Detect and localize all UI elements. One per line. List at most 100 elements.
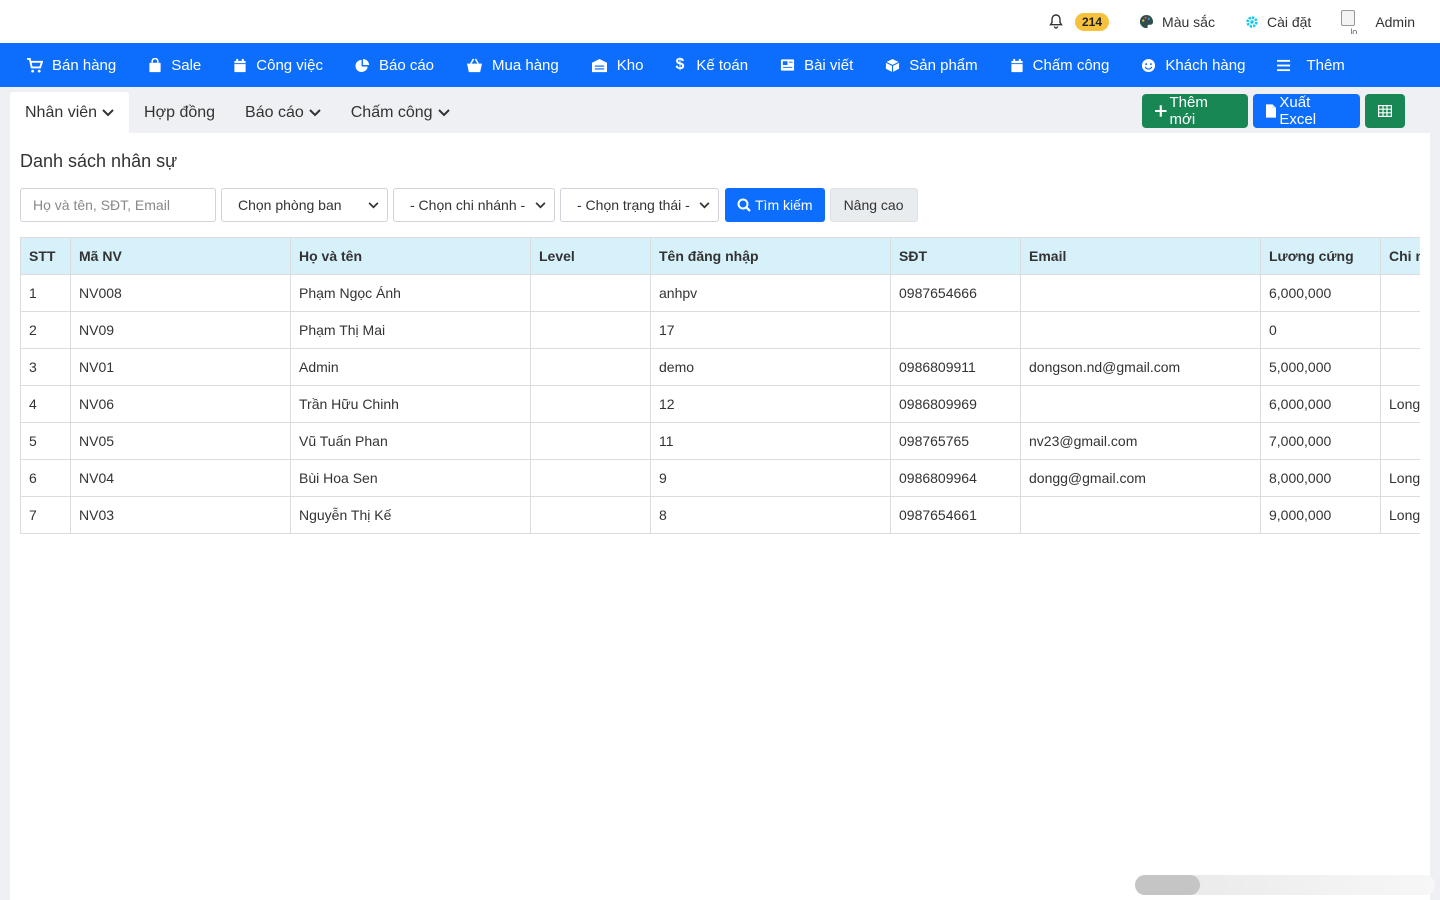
nav-item-ban-hang[interactable]: Bán hàng (26, 57, 116, 74)
chevron-down-icon (368, 201, 379, 208)
column-header[interactable]: Họ và tên (290, 237, 531, 275)
table-cell (1020, 311, 1261, 349)
color-theme-label: Màu sắc (1162, 13, 1215, 30)
action-buttons: Thêm mới Xuất Excel (1137, 94, 1405, 128)
chevron-down-icon (102, 108, 114, 116)
tab-nhan-vien[interactable]: Nhân viên (10, 92, 130, 133)
nav-item-cong-viec[interactable]: Công việc (233, 57, 323, 74)
table-row[interactable]: 5 NV05 Vũ Tuấn Phan 11 098765765 nv23@gmail.c… (20, 422, 1420, 460)
column-header[interactable]: Tên đăng nhập (650, 237, 891, 275)
table-cell: Nguyễn Thị Kế (290, 496, 531, 534)
nav-label: Sản phẩm (909, 56, 978, 74)
nav-label: Kế toán (696, 56, 749, 74)
department-select[interactable]: Chọn phòng ban (221, 188, 388, 222)
table-cell (530, 311, 651, 349)
table-cell: NV008 (70, 274, 291, 312)
table-cell: 0986809911 (890, 348, 1021, 386)
search-button[interactable]: Tìm kiếm (725, 188, 825, 222)
column-header[interactable]: Mã NV (70, 237, 291, 275)
scrollbar-thumb[interactable] (1135, 875, 1200, 895)
table-row[interactable]: 6 NV04 Bùi Hoa Sen 9 0986809964 dongg@gmail.c… (20, 459, 1420, 497)
table-cell (1380, 422, 1420, 460)
column-header[interactable]: Chi nhánh (1380, 237, 1420, 275)
nav-label: Sale (171, 56, 202, 74)
table-cell: 11 (650, 422, 891, 460)
chevron-down-icon (535, 201, 546, 208)
table-header-row: STT Mã NV Họ và tên Level Tên đăng nhập … (20, 237, 1420, 275)
department-select-value: Chọn phòng ban (238, 197, 342, 213)
horizontal-scrollbar[interactable] (1135, 875, 1435, 895)
table-cell: 0987654666 (890, 274, 1021, 312)
table-cell: 5 (20, 422, 71, 460)
table-cell (530, 385, 651, 423)
color-theme-button[interactable]: Màu sắc (1139, 14, 1215, 30)
status-select-value: - Chọn trạng thái - (577, 197, 690, 213)
content-panel: Danh sách nhân sự Họ và tên, SĐT, Email … (10, 133, 1430, 900)
column-header[interactable]: Lương cứng (1260, 237, 1381, 275)
status-select[interactable]: - Chọn trạng thái - (560, 188, 719, 222)
table-cell: NV09 (70, 311, 291, 349)
warehouse-icon (591, 58, 607, 72)
table-row[interactable]: 2 NV09 Phạm Thị Mai 17 0 (20, 311, 1420, 349)
add-new-button[interactable]: Thêm mới (1142, 94, 1248, 128)
nav-item-san-pham[interactable]: Sản phẩm (885, 56, 978, 74)
table-view-button[interactable] (1365, 94, 1405, 128)
nav-item-khach-hang[interactable]: Khách hàng (1141, 57, 1245, 74)
smile-icon (1142, 58, 1156, 72)
column-header[interactable]: Level (530, 237, 651, 275)
export-excel-button[interactable]: Xuất Excel (1253, 94, 1360, 128)
nav-label: Báo cáo (378, 56, 435, 74)
menu-icon (1277, 59, 1291, 71)
nav-item-kho[interactable]: Kho (591, 56, 644, 74)
user-menu[interactable]: lo Admin (1341, 9, 1415, 34)
table-row[interactable]: 7 NV03 Nguyễn Thị Kế 8 0987654661 9,000,000 Lo… (20, 496, 1420, 534)
nav-label: Kho (616, 56, 644, 74)
table-cell: Long (1380, 496, 1420, 534)
tab-hop-dong[interactable]: Hợp đồng (129, 92, 230, 133)
table-cell (530, 422, 651, 460)
grid-icon (1378, 105, 1392, 117)
table-cell: 7,000,000 (1260, 422, 1381, 460)
nav-item-ke-toan[interactable]: $ Kế toán (675, 56, 748, 74)
search-icon (737, 198, 751, 212)
sub-navbar: Nhân viên Hợp đồng Báo cáo Chấm công Thê… (0, 87, 1440, 133)
table-cell (530, 459, 651, 497)
nav-item-bao-cao[interactable]: Báo cáo (355, 57, 434, 74)
notification-button[interactable]: 214 (1049, 12, 1110, 31)
table-cell: NV06 (70, 385, 291, 423)
nav-label: Bán hàng (52, 56, 117, 74)
search-input[interactable]: Họ và tên, SĐT, Email (20, 188, 216, 222)
page-title: Danh sách nhân sự (20, 151, 178, 171)
table-cell: 6 (20, 459, 71, 497)
table-row[interactable]: 3 NV01 Admin demo 0986809911 dongson.nd@gmail… (20, 348, 1420, 386)
nav-item-bai-viet[interactable]: Bài viết (780, 57, 853, 74)
table-cell: anhpv (650, 274, 891, 312)
settings-button[interactable]: Cài đặt (1245, 14, 1311, 30)
nav-item-sale[interactable]: Sale (148, 57, 201, 74)
advanced-search-button[interactable]: Nâng cao (829, 188, 918, 222)
bell-icon (1049, 14, 1063, 29)
tab-cham-cong[interactable]: Chấm công (336, 92, 465, 133)
pie-chart-icon (355, 58, 370, 72)
column-header[interactable]: SĐT (890, 237, 1021, 275)
table-cell: Trần Hữu Chinh (290, 385, 531, 423)
table-row[interactable]: 4 NV06 Trần Hữu Chinh 12 0986809969 6,000,000… (20, 385, 1420, 423)
settings-label: Cài đặt (1266, 13, 1312, 30)
notification-badge: 214 (1075, 12, 1110, 31)
nav-item-them[interactable]: Thêm (1277, 57, 1345, 74)
employee-table: STT Mã NV Họ và tên Level Tên đăng nhập … (20, 237, 1420, 534)
branch-select[interactable]: - Chọn chi nhánh - (393, 188, 555, 222)
column-header[interactable]: STT (20, 237, 71, 275)
gear-icon (1246, 15, 1258, 28)
column-header[interactable]: Email (1020, 237, 1261, 275)
nav-item-cham-cong[interactable]: Chấm công (1010, 57, 1109, 74)
search-button-label: Tìm kiếm (755, 197, 813, 213)
table-cell: 6,000,000 (1260, 385, 1381, 423)
tab-bao-cao[interactable]: Báo cáo (230, 92, 336, 133)
table-row[interactable]: 1 NV008 Phạm Ngọc Ánh anhpv 0987654666 6,000,… (20, 274, 1420, 312)
nav-item-mua-hang[interactable]: Mua hàng (466, 57, 559, 74)
table-cell: 0 (1260, 311, 1381, 349)
filter-bar: Họ và tên, SĐT, Email Chọn phòng ban - C… (20, 188, 918, 222)
table-cell: Long (1380, 385, 1420, 423)
table-cell: NV05 (70, 422, 291, 460)
